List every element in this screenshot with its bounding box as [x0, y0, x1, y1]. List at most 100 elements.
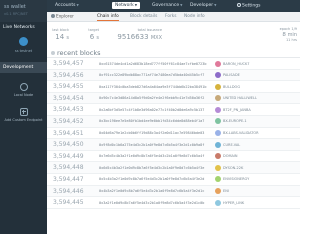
block-author[interactable]: DOMAIN [223, 154, 238, 158]
gear-icon [237, 3, 241, 7]
block-number-link[interactable]: 3,594,448 [53, 164, 84, 171]
block-hash: 0x2a6bf3d5e57c4f1b8e3d96a02e77c1f40b2d8d… [99, 107, 205, 112]
table-row[interactable]: 3,594,445 0x3a2f1e0d9c8b7a6f5e4d3c2b1a0f9… [47, 197, 300, 209]
block-number-link[interactable]: 3,594,446 [53, 188, 84, 195]
stat-label: target [88, 28, 99, 32]
table-row[interactable]: 3,594,451 0x04d6a79e1e2cb0b6ff19d88c3a4f2… [47, 128, 300, 140]
tab-forks[interactable]: Forks [165, 14, 176, 19]
tab-chain-info[interactable]: Chain info [97, 14, 119, 21]
stat-number: 9516633 [117, 33, 149, 41]
menu-settings[interactable]: Settings [237, 3, 260, 9]
block-author[interactable]: BX-EUROPE-1 [223, 119, 247, 123]
tab-explorer-label: Explorer [56, 14, 74, 20]
block-number-link[interactable]: 3,594,453 [53, 106, 84, 113]
block-number-link[interactable]: 3,594,454 [53, 95, 84, 102]
tab-explorer[interactable]: Explorer [51, 14, 74, 20]
stat-number: 6 [89, 33, 95, 41]
sidebar-section-development[interactable]: Development [0, 62, 47, 73]
identicon-icon [215, 164, 221, 171]
block-author[interactable]: BX-LABS-VALIDATOR [223, 131, 259, 135]
stat-unit: s [96, 35, 99, 41]
tab-block-details[interactable]: Block details [130, 14, 157, 19]
block-author[interactable]: BULLDOG [223, 85, 240, 89]
sidebar: ss wallet v0.1 RPC/NET Live Networks ss … [0, 0, 47, 234]
block-author[interactable]: ENVISIONERGY [223, 177, 249, 181]
identicon-icon [215, 106, 221, 113]
table-row[interactable]: 3,594,448 0x6d5c4b3a2f1e0d9c8b7a6f5e4d3c2… [47, 162, 300, 174]
identicon-icon [215, 153, 221, 160]
table-row[interactable]: 3,594,456 0xf91cc322e89bdb88ac771af74e748… [47, 69, 300, 82]
block-author[interactable]: BT2F_PN_JANBA [223, 108, 251, 112]
sidebar-item-label: Local Node [13, 93, 34, 97]
menu-developer[interactable]: Developer▼ [190, 3, 216, 8]
block-hash: 0x3bc190ee7e5e80fb1bd4ee9e0bb1fd34c6dde8… [99, 119, 205, 124]
recent-blocks-title: recent blocks [57, 49, 101, 57]
table-row[interactable]: 3,594,447 0x5c4b3a2f1e0d9c8b7a6f5e4d3c2b1… [47, 174, 300, 186]
block-hash: 0x5c4b3a2f1e0d9c8b7a6f5e4d3c2b1a0f9e8d7c… [99, 177, 205, 182]
menu-network[interactable]: Network▼ [112, 2, 141, 9]
stat-sub: 11 hrs [285, 38, 297, 42]
block-hash: 0x04d6a79e1e2cb0b6ff19d88c3a4f2e0d11ac7e… [99, 131, 205, 136]
tab-node-info[interactable]: Node info [184, 14, 205, 19]
brand-subtitle: v0.1 RPC/NET [4, 12, 28, 16]
table-row[interactable]: 3,594,452 0x3bc190ee7e5e80fb1bd4ee9e0bb1f… [47, 115, 300, 128]
block-hash: 0xc61574de4cd1a2d683b18ed777ff50ff61c84a… [99, 61, 207, 66]
menu-accounts[interactable]: Accounts▼ [55, 3, 79, 8]
block-number-link[interactable]: 3,594,456 [53, 72, 84, 79]
identicon-icon [215, 83, 221, 90]
block-hash: 0x7e6d5c4b3a2f1e0d9c8b7a6f5e4d3c2b1a0f9e… [99, 154, 205, 159]
chevron-down-icon: ▼ [214, 3, 217, 7]
stat-label: total issuance [137, 28, 162, 32]
block-number-link[interactable]: 3,594,445 [53, 199, 84, 206]
table-row[interactable]: 3,594,457 0xc61574de4cd1a2d683b18ed777ff5… [47, 58, 300, 70]
menu-governance-label: Governance [152, 3, 180, 8]
stat-target: target 6 s [79, 28, 99, 41]
block-number-link[interactable]: 3,594,447 [53, 176, 84, 183]
block-number-link[interactable]: 3,594,455 [53, 83, 84, 90]
table-row[interactable]: 3,594,446 0x4b3a2f1e0d9c8b7a6f5e4d3c2b1a0… [47, 185, 300, 198]
sidebar-item-add-endpoint[interactable]: Add Custom Endpoint [0, 107, 47, 123]
node-icon [19, 83, 28, 91]
table-row[interactable]: 3,594,449 0x7e6d5c4b3a2f1e0d9c8b7a6f5e4d3… [47, 151, 300, 163]
block-number-link[interactable]: 3,594,457 [53, 60, 84, 67]
section-bullet-icon [51, 51, 55, 55]
block-hash: 0x6d5c4b3a2f1e0d9c8b7a6f5e4d3c2b1a0f9e8d… [99, 165, 205, 170]
stat-label: epoch 1/9 [279, 27, 297, 31]
sidebar-network[interactable]: ss testnet [0, 32, 47, 62]
table-row[interactable]: 3,594,455 0xa117f304c0ba3deb827d6a4a04aa9… [47, 81, 300, 93]
identicon-icon [215, 141, 221, 148]
sidebar-item-local-node[interactable]: Local Node [0, 83, 47, 98]
block-author[interactable]: HYPER_LINK [223, 201, 244, 205]
block-author[interactable]: BARON_HUCK7 [223, 62, 250, 66]
sidebar-header: Live Networks [3, 25, 35, 30]
block-hash: 0xf91cc322e89bdb88ac771af74e7480ea7d5bda… [99, 73, 205, 78]
identicon-icon [215, 199, 221, 206]
block-number-link[interactable]: 3,594,451 [53, 130, 84, 137]
recent-blocks: recent blocks 3,594,457 0xc61574de4cd1a2d… [47, 47, 300, 209]
stat-value: 14 s [49, 33, 69, 41]
explorer-icon [51, 14, 55, 18]
table-row[interactable]: 3,594,450 0x9f8d0c1b6a275e4d3c2b1a0f9e8d7… [47, 139, 300, 151]
menu-network-label: Network [115, 3, 134, 8]
block-author[interactable]: UNITED HALLIWELL [223, 96, 257, 100]
menu-governance[interactable]: Governance▼ [152, 3, 182, 8]
identicon-icon [215, 130, 221, 137]
brand[interactable]: ss wallet v0.1 RPC/NET [0, 0, 47, 22]
stat-value: 9516633 MXX [112, 33, 162, 41]
table-row[interactable]: 3,594,453 0x2a6bf3d5e57c4f1b8e3d96a02e77c… [47, 104, 300, 116]
block-number-link[interactable]: 3,594,452 [53, 118, 84, 125]
block-number-link[interactable]: 3,594,450 [53, 141, 84, 148]
menu-settings-label: Settings [242, 3, 261, 9]
plus-icon [19, 107, 28, 116]
brand-title: ss wallet [4, 4, 26, 10]
identicon-icon [215, 72, 221, 79]
block-hash: 0xa117f304c0ba3deb827d6a4a04aa9e3f744bb6… [99, 84, 207, 89]
block-author[interactable]: ENI [223, 189, 229, 193]
block-author[interactable]: DYSON-22K [223, 166, 243, 170]
network-label: ss testnet [14, 49, 33, 53]
block-author[interactable]: PALISADE [223, 73, 240, 77]
table-row[interactable]: 3,594,454 0x90c7c4e3d86a14d8a5f9d0a2fe4e2… [47, 92, 300, 105]
identicon-icon [215, 60, 221, 67]
block-number-link[interactable]: 3,594,449 [53, 153, 84, 160]
block-author[interactable]: CURE-VAL [223, 143, 240, 147]
